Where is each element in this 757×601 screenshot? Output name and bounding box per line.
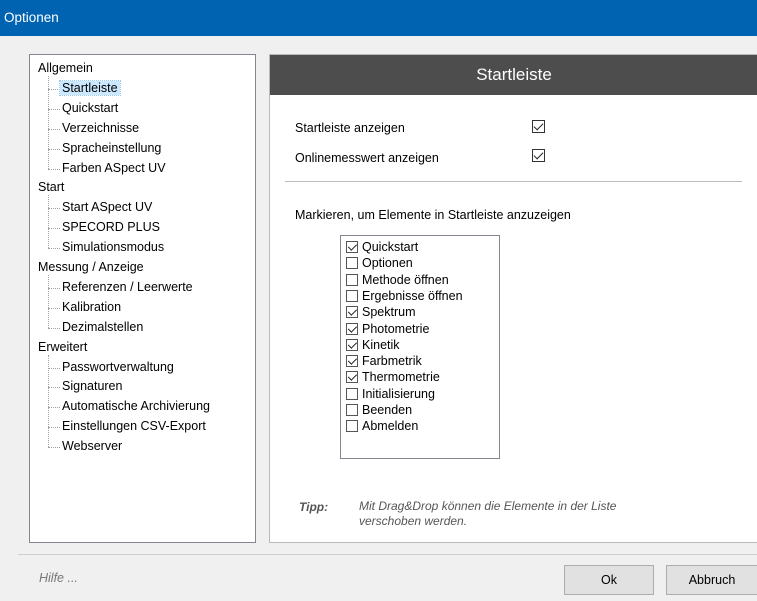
show-online-value-label: Onlinemesswert anzeigen [295,151,439,165]
tree-connector [48,208,60,210]
tree-connector [48,367,60,369]
list-item-label: Ergebnisse öffnen [362,288,463,303]
list-item-label: Farbmetrik [362,354,422,369]
list-item-checkbox[interactable] [346,322,358,335]
tree-item[interactable]: Signaturen [62,378,122,396]
tree-item-label: Quickstart [62,100,119,115]
tree-item[interactable]: Simulationsmodus [62,239,164,257]
tree-category[interactable]: Allgemein [38,60,93,78]
tree-item-label: Kalibration [62,299,122,314]
tree-connector [48,148,60,150]
tree-item-label: Start ASpect UV [62,200,153,215]
options-tree[interactable]: Allgemein Startleiste Quickstart Verzeichni… [29,54,256,543]
cancel-button[interactable]: Abbruch [666,565,757,595]
tree-connector [48,307,60,309]
tree-item[interactable]: Referenzen / Leerwerte [62,279,193,297]
list-instruction-label: Markieren, um Elemente in Startleiste an… [295,208,571,222]
list-item-checkbox[interactable] [346,371,358,384]
list-item-checkbox[interactable] [346,273,358,286]
list-item-label: Optionen [362,256,413,271]
list-item-checkbox[interactable] [346,241,358,253]
tree-item[interactable]: Webserver [62,438,122,456]
list-item-label: Quickstart [362,240,419,254]
show-startbar-checkbox[interactable] [532,120,545,133]
tree-connector [48,228,60,230]
tip-text: Mit Drag&Drop können die Elemente in der… [359,499,617,528]
tree-category[interactable]: Messung / Anzeige [38,259,144,277]
tree-connector [48,407,60,409]
tree-connector [48,275,49,328]
list-item-checkbox[interactable] [346,355,358,368]
list-item-checkbox[interactable] [346,420,358,433]
tree-item-label: Automatische Archivierung [62,399,210,414]
show-startbar-label: Startleiste anzeigen [295,121,405,135]
ok-button[interactable]: Ok [564,565,654,595]
tree-item[interactable]: Passwortverwaltung [62,359,174,377]
tree-item[interactable]: Quickstart [62,100,118,118]
tree-item[interactable]: Dezimalstellen [62,319,143,337]
tree-item-label: Farben ASpect UV [62,160,166,175]
settings-panel: Startleiste Startleiste anzeigen Onlinem… [269,54,757,543]
startbar-items-list[interactable]: Quickstart Optionen Methode öffnen Ergebnis… [340,235,500,459]
tree-item[interactable]: Kalibration [62,299,121,317]
tree-item-label: Passwortverwaltung [62,359,174,374]
list-item-label: Methode öffnen [362,272,449,287]
tree-connector [48,427,60,429]
tree-item-label: Spracheinstellung [62,140,162,155]
list-item-label: Abmelden [362,419,419,434]
list-item-label: Thermometrie [362,370,440,385]
list-item-checkbox[interactable] [346,404,358,416]
tree-item[interactable]: Verzeichnisse [62,120,139,138]
tree-item-label: SPECORD PLUS [62,220,160,235]
tree-item[interactable]: Spracheinstellung [62,140,161,158]
tree-connector [48,128,60,130]
tree-item-label: Referenzen / Leerwerte [62,279,193,294]
tree-category[interactable]: Start [38,179,64,197]
tree-item-label: Startleiste [59,79,121,96]
list-item-label: Initialisierung [362,386,435,401]
tree-connector [48,327,60,329]
tree-item-label: Einstellungen CSV-Export [62,419,206,434]
tree-category[interactable]: Erweitert [38,339,87,357]
list-item-checkbox[interactable] [346,306,358,319]
list-item-checkbox[interactable] [346,387,358,400]
tree-connector [48,248,60,250]
list-item-checkbox[interactable] [346,338,358,351]
list-item-checkbox[interactable] [346,289,358,302]
tree-item-label: Simulationsmodus [62,240,165,255]
tree-connector [48,88,60,90]
tree-item[interactable]: Start ASpect UV [62,199,152,217]
tree-item[interactable]: Farben ASpect UV [62,160,166,178]
panel-header: Startleiste [270,55,757,95]
tree-connector [48,195,49,249]
show-online-value-checkbox[interactable] [532,149,545,162]
help-link[interactable]: Hilfe ... [39,571,78,585]
title-bar: Optionen [0,0,757,36]
tree-item-label: Webserver [62,439,123,454]
tip-label: Tipp: [299,500,329,514]
list-item-label: Kinetik [362,337,400,352]
tree-item-label: Dezimalstellen [62,319,144,334]
separator [285,181,742,182]
list-item-label: Spektrum [362,305,416,320]
tree-connector [48,76,49,169]
tree-connector [48,168,60,170]
tree-connector [48,447,60,449]
tree-connector [48,108,60,110]
tree-item[interactable]: Automatische Archivierung [62,398,210,416]
tree-item[interactable]: Einstellungen CSV-Export [62,418,206,436]
list-item-label: Beenden [362,403,413,417]
tree-connector [48,387,60,389]
footer-separator [18,554,757,555]
tree-item-label: Verzeichnisse [62,120,140,135]
tree-connector [48,354,49,448]
tree-item[interactable]: Startleiste [59,79,121,98]
list-item-label: Photometrie [362,321,430,336]
list-item-checkbox[interactable] [346,257,358,270]
window-title: Optionen [4,10,59,25]
tree-item[interactable]: SPECORD PLUS [62,219,160,237]
tree-item-label: Signaturen [62,379,123,394]
tree-connector [48,287,60,289]
